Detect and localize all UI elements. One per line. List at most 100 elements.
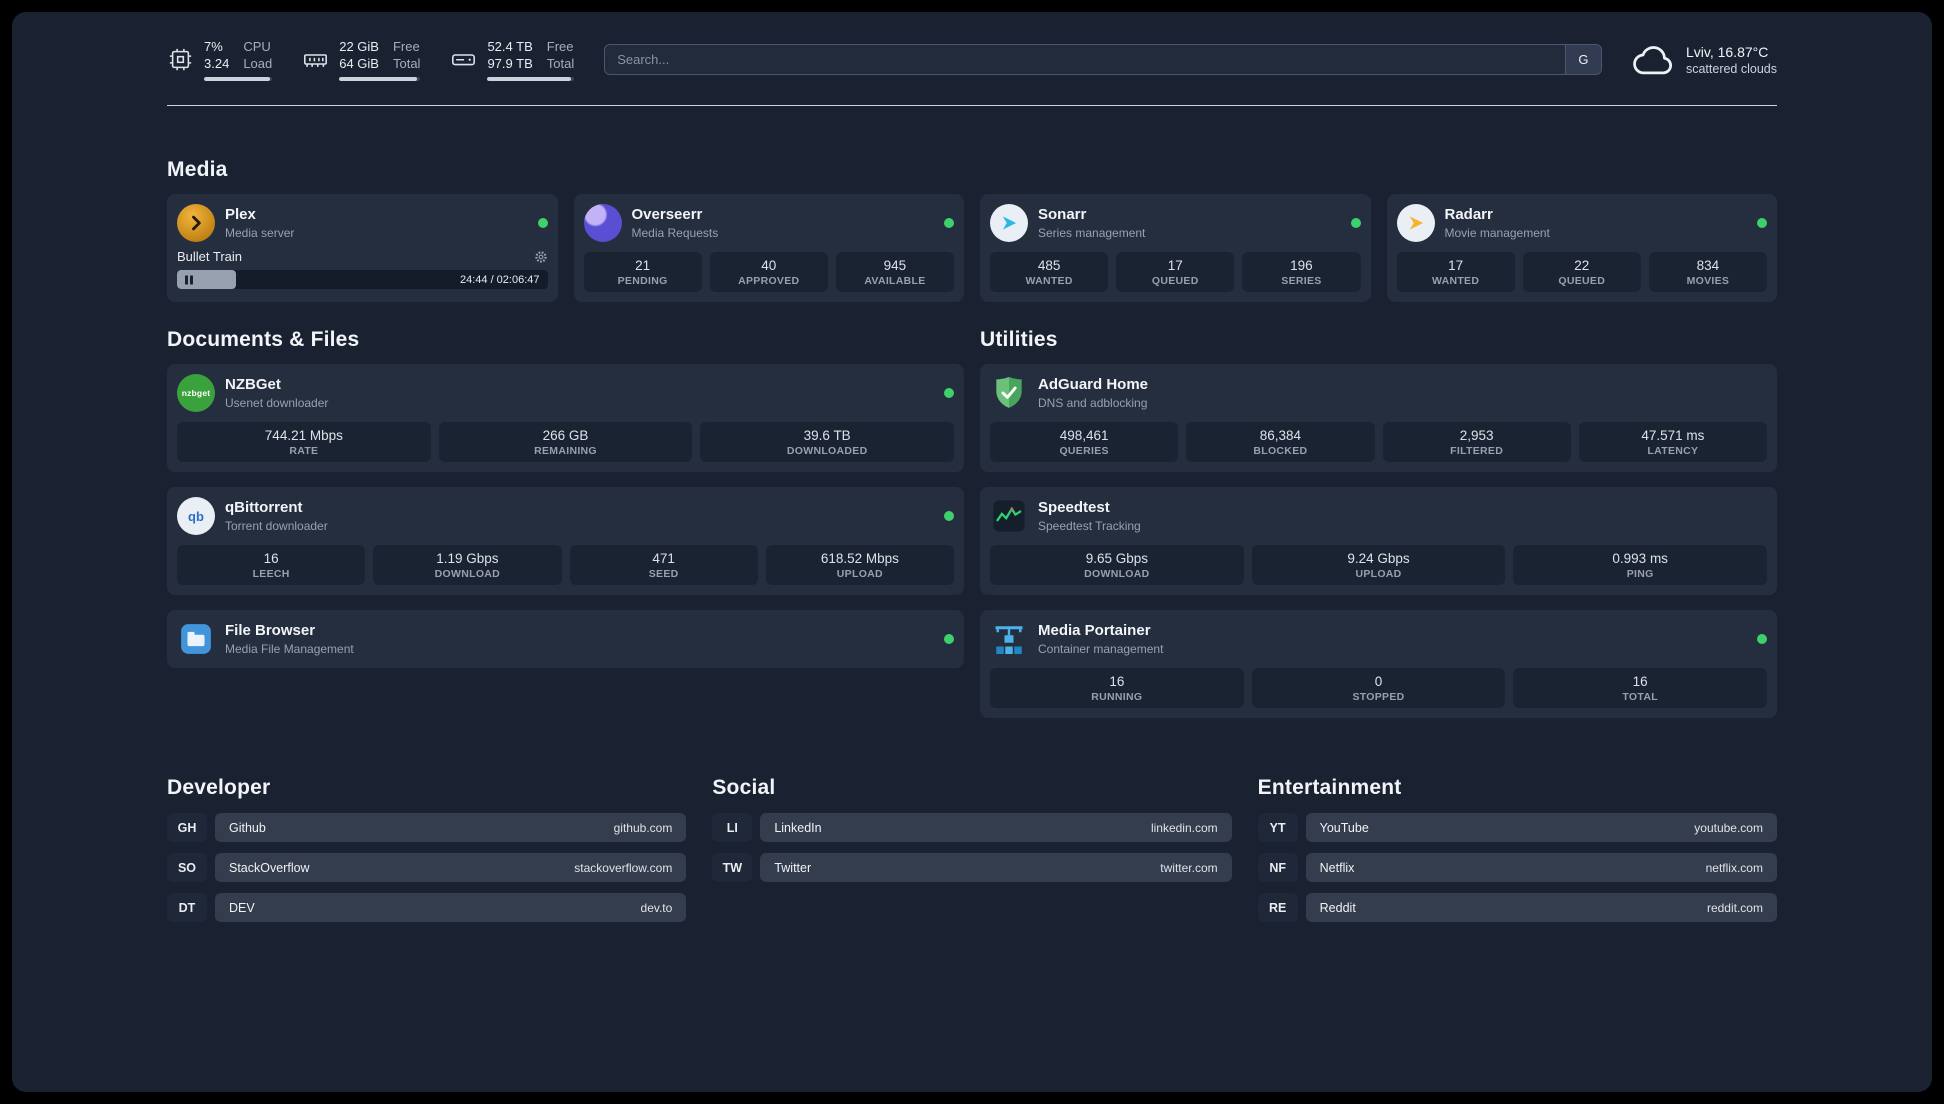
playback-progress-bar[interactable]: 24:44 / 02:06:47	[177, 270, 548, 289]
stat-value: 40	[761, 257, 777, 273]
stat-tile: 21 PENDING	[583, 252, 702, 292]
bookmark-abbr: DT	[167, 893, 207, 922]
stat-tile: 618.52 Mbps UPLOAD	[765, 545, 954, 585]
app-card-portainer: Media Portainer Container management 16 …	[980, 610, 1777, 718]
stat-value: 9.65 Gbps	[1085, 550, 1148, 566]
app-link-overseerr[interactable]: Overseerr Media Requests	[583, 204, 954, 242]
bookmark-link[interactable]: Github github.com	[215, 813, 687, 842]
stat-tile: 39.6 TB DOWNLOADED	[700, 422, 955, 462]
app-link-qbittorrent[interactable]: qb qBittorrent Torrent downloader	[177, 497, 954, 535]
bookmark-link[interactable]: StackOverflow stackoverflow.com	[215, 853, 687, 882]
app-card-nzbget: nzbget NZBGet Usenet downloader 744.21 M…	[167, 364, 964, 472]
stat-label: PING	[1626, 567, 1654, 580]
stat-value: 0	[1374, 673, 1383, 689]
bookmark-github[interactable]: GH Github github.com	[167, 813, 687, 842]
app-link-portainer[interactable]: Media Portainer Container management	[990, 620, 1767, 658]
bookmark-stackoverflow[interactable]: SO StackOverflow stackoverflow.com	[167, 853, 687, 882]
stat-value: 266 GB	[542, 427, 589, 443]
section-utilities: Utilities AdGuard Home DNS and adblockin…	[980, 328, 1777, 718]
bookmark-abbr: LI	[712, 813, 753, 842]
status-dot-online	[1757, 218, 1767, 228]
app-link-filebrowser[interactable]: File Browser Media File Management	[177, 620, 954, 658]
bookmark-abbr: GH	[167, 813, 207, 842]
app-subtitle-nzbget: Usenet downloader	[225, 395, 329, 410]
bookmark-link[interactable]: Twitter twitter.com	[760, 853, 1232, 882]
bookmark-dev[interactable]: DT DEV dev.to	[167, 893, 687, 922]
cpu-usage-bar	[204, 77, 273, 81]
stat-label: DOWNLOADED	[786, 444, 868, 457]
bookmark-name: Netflix	[1319, 860, 1355, 875]
bookmark-domain: dev.to	[640, 900, 673, 915]
app-link-nzbget[interactable]: nzbget NZBGet Usenet downloader	[177, 374, 954, 412]
bookmark-twitter[interactable]: TW Twitter twitter.com	[712, 853, 1232, 882]
app-link-sonarr[interactable]: Sonarr Series management	[990, 204, 1361, 242]
pause-button[interactable]	[185, 275, 193, 284]
stat-tile: 485 WANTED	[990, 252, 1109, 292]
stat-tile: 17 WANTED	[1396, 252, 1515, 292]
bookmark-link[interactable]: Netflix netflix.com	[1305, 853, 1777, 882]
portainer-icon	[990, 620, 1028, 658]
disk-label-bottom: Total	[546, 56, 575, 71]
app-name-filebrowser: File Browser	[225, 621, 316, 639]
bookmark-group-social: Social LI LinkedIn linkedin.com TW Twitt…	[712, 776, 1232, 922]
app-link-speedtest[interactable]: Speedtest Speedtest Tracking	[990, 497, 1767, 535]
bookmark-domain: linkedin.com	[1150, 820, 1218, 835]
disk-free-value: 52.4 TB	[487, 39, 533, 54]
bookmark-reddit[interactable]: RE Reddit reddit.com	[1257, 893, 1777, 922]
stat-tile: 834 MOVIES	[1648, 252, 1768, 292]
stat-label: STOPPED	[1352, 690, 1405, 703]
stat-value: 16	[263, 550, 279, 566]
stat-label: QUEUED	[1558, 274, 1606, 287]
status-dot-online	[944, 511, 954, 521]
app-name-overseerr: Overseerr	[631, 205, 703, 223]
stat-label: APPROVED	[738, 274, 800, 287]
app-name-qbittorrent: qBittorrent	[225, 498, 303, 516]
dashboard-root: 7% 3.24 CPU Load 22 GiB 64 GiB Free Tota…	[12, 12, 1932, 1092]
bookmark-domain: stackoverflow.com	[574, 860, 673, 875]
qbittorrent-icon-text: qb	[188, 508, 204, 524]
stat-label: QUERIES	[1059, 444, 1109, 457]
stat-value: 47.571 ms	[1641, 427, 1705, 443]
bookmark-name: DEV	[229, 900, 255, 915]
bookmark-group-entertainment: Entertainment YT YouTube youtube.com NF …	[1257, 776, 1777, 922]
app-card-filebrowser: File Browser Media File Management	[167, 610, 964, 668]
section-media: Media Plex Media server Bullet Train 24:…	[167, 158, 1777, 302]
status-dot-online	[1350, 218, 1361, 228]
stat-label: LATENCY	[1647, 444, 1699, 457]
bookmark-link[interactable]: DEV dev.to	[215, 893, 687, 922]
ram-label-bottom: Total	[392, 56, 421, 71]
cpu-widget: 7% 3.24 CPU Load	[167, 38, 273, 81]
bookmark-youtube[interactable]: YT YouTube youtube.com	[1257, 813, 1777, 842]
bookmark-linkedin[interactable]: LI LinkedIn linkedin.com	[712, 813, 1232, 842]
app-name-adguard: AdGuard Home	[1038, 375, 1149, 393]
app-link-radarr[interactable]: Radarr Movie management	[1396, 204, 1767, 242]
stat-value: 9.24 Gbps	[1347, 550, 1410, 566]
stat-value: 39.6 TB	[803, 427, 851, 443]
cpu-label-bottom: Load	[243, 56, 273, 71]
status-dot-online	[537, 218, 548, 228]
bookmark-netflix[interactable]: NF Netflix netflix.com	[1257, 853, 1777, 882]
stat-value: 16	[1109, 673, 1125, 689]
app-link-plex[interactable]: Plex Media server	[177, 204, 548, 242]
stat-value: 744.21 Mbps	[264, 427, 343, 443]
search-input[interactable]	[605, 45, 1565, 74]
stat-label: QUEUED	[1151, 274, 1199, 287]
search-engine-button[interactable]: G	[1564, 45, 1601, 74]
bookmark-abbr: TW	[712, 853, 753, 882]
bookmark-link[interactable]: LinkedIn linkedin.com	[760, 813, 1232, 842]
app-name-nzbget: NZBGet	[225, 375, 281, 393]
stat-value: 1.19 Gbps	[436, 550, 499, 566]
stat-label: SERIES	[1281, 274, 1322, 287]
app-card-sonarr: Sonarr Series management 485 WANTED 17 Q…	[980, 194, 1371, 302]
status-dot-online	[944, 634, 954, 644]
stat-label: MOVIES	[1686, 274, 1730, 287]
app-link-adguard[interactable]: AdGuard Home DNS and adblocking	[990, 374, 1767, 412]
status-dot-online	[944, 218, 954, 228]
bookmark-link[interactable]: Reddit reddit.com	[1305, 893, 1777, 922]
disk-icon	[450, 46, 477, 73]
app-card-qbittorrent: qb qBittorrent Torrent downloader 16 LEE…	[167, 487, 964, 595]
bookmark-link[interactable]: YouTube youtube.com	[1305, 813, 1777, 842]
gear-icon[interactable]	[534, 250, 548, 264]
status-dot-online	[944, 388, 954, 398]
bookmark-domain: reddit.com	[1706, 900, 1763, 915]
